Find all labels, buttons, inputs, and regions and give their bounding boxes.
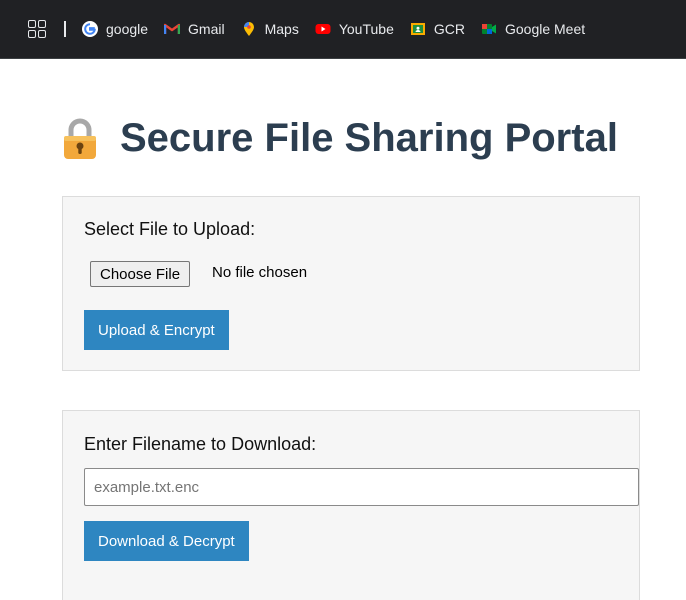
bookmark-label: Google Meet [504,21,586,37]
upload-panel: Select File to Upload: Choose File No fi… [62,196,640,371]
bookmark-label: Maps [264,21,299,37]
choose-file-button[interactable]: Choose File [90,261,191,287]
page-title: Secure File Sharing Portal [62,116,618,161]
download-label: Enter Filename to Download: [84,434,317,454]
gmail-icon [164,23,181,34]
bookmark-label: GCR [433,21,465,37]
bookmark-label: Gmail [188,21,225,37]
bookmark-maps[interactable]: Maps [241,21,299,37]
bookmarks-divider [64,21,66,37]
meet-icon [481,24,496,34]
youtube-icon [315,24,331,34]
google-icon [82,21,98,37]
page-title-text: Secure File Sharing Portal [120,116,618,160]
upload-encrypt-button[interactable]: Upload & Encrypt [84,310,229,350]
maps-icon [243,22,254,36]
bookmarks-bar: google Gmail Maps YouTube GCR Google Mee… [0,0,686,59]
bookmark-gcr[interactable]: GCR [410,21,465,37]
download-decrypt-button[interactable]: Download & Decrypt [84,521,249,561]
bookmark-youtube[interactable]: YouTube [315,21,394,37]
bookmark-label: YouTube [338,21,394,37]
bookmark-label: google [106,21,149,37]
bookmark-google[interactable]: google [82,21,148,37]
classroom-icon [410,23,425,35]
filename-input[interactable] [84,468,639,506]
lock-icon [64,118,96,159]
file-status-text: No file chosen [212,264,308,281]
bookmark-gmail[interactable]: Gmail [164,21,225,37]
apps-grid-icon[interactable] [28,20,46,38]
bookmark-google-meet[interactable]: Google Meet [481,21,585,37]
download-panel: Enter Filename to Download: Download & D… [62,410,640,600]
upload-label: Select File to Upload: [84,219,256,239]
